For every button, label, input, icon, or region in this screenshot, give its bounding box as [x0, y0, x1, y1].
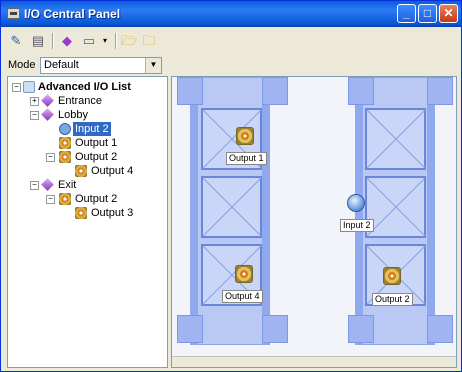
tree-item-label: Lobby — [58, 109, 88, 121]
list-icon — [23, 81, 35, 93]
output-icon — [59, 151, 71, 163]
tree-item-label: Exit — [58, 179, 77, 191]
toolbar: ✎ ▤ ◆ ▭ ▾ 🗁 🗀 — [1, 28, 461, 53]
elevator-car — [365, 176, 426, 238]
window-title: I/O Central Panel — [24, 7, 121, 21]
panel-icon[interactable]: ▤ — [29, 32, 47, 49]
corner-block — [427, 77, 453, 105]
tree-item-label: Output 2 — [75, 193, 118, 205]
output-icon[interactable] — [235, 265, 253, 283]
output-icon[interactable] — [236, 127, 254, 145]
diamond-icon[interactable]: ◆ — [58, 32, 76, 49]
corner-block — [177, 315, 203, 343]
tree-item-output-3[interactable]: Output 3 — [72, 206, 162, 220]
app-icon — [7, 8, 20, 19]
tree-item-label: Output 1 — [75, 137, 118, 149]
folder-icon[interactable]: 🗀 — [140, 32, 158, 49]
marker-label: Output 1 — [226, 152, 267, 165]
horizontal-scrollbar[interactable] — [172, 356, 456, 367]
output-icon — [59, 137, 71, 149]
collapse-toggle-icon[interactable]: − — [46, 153, 55, 162]
collapse-toggle-icon[interactable]: − — [30, 111, 39, 120]
zone-icon — [41, 178, 54, 191]
tree-item-lobby[interactable]: − Lobby — [30, 108, 150, 122]
elevator-car — [365, 108, 426, 170]
corner-block — [177, 77, 203, 105]
rail — [262, 77, 270, 345]
corner-block — [348, 77, 374, 105]
tree-item-exit-output-2[interactable]: − Output 2 — [46, 192, 156, 206]
zone-icon — [41, 94, 54, 107]
main-window: I/O Central Panel _ □ ✕ ✎ ▤ ◆ ▭ ▾ 🗁 🗀 Mo… — [0, 0, 462, 372]
tree-item-label: Output 4 — [91, 165, 134, 177]
elevator-car — [201, 176, 262, 238]
output-icon — [59, 193, 71, 205]
minimize-button[interactable]: _ — [397, 4, 416, 23]
mode-bar: Mode Default ▼ — [1, 54, 461, 76]
collapse-toggle-icon[interactable]: − — [30, 181, 39, 190]
chevron-down-icon[interactable]: ▼ — [145, 58, 161, 73]
rail — [190, 77, 198, 345]
io-tree[interactable]: − Advanced I/O List + Entrance − Lobby I… — [7, 76, 168, 368]
output-icon[interactable] — [383, 267, 401, 285]
zone-icon — [41, 108, 54, 121]
toolbar-separator — [115, 33, 117, 49]
map-area: Output 1 Output 4 Input 2 Output 2 — [172, 77, 456, 357]
toolbar-separator — [52, 33, 54, 49]
corner-block — [262, 77, 288, 105]
corner-block — [427, 315, 453, 343]
collapse-toggle-icon[interactable]: − — [46, 195, 55, 204]
dropdown-arrow-icon[interactable]: ▾ — [96, 32, 114, 49]
wand-icon[interactable]: ✎ — [7, 32, 25, 49]
corner-block — [262, 315, 288, 343]
mode-value: Default — [44, 59, 79, 71]
marker-label: Output 2 — [372, 293, 413, 306]
tree-item-input-2[interactable]: Input 2 — [56, 122, 156, 136]
mode-label: Mode — [8, 59, 36, 71]
floor-map[interactable]: Output 1 Output 4 Input 2 Output 2 — [171, 76, 457, 368]
tree-item-label: Output 2 — [75, 151, 118, 163]
tree-root-label: Advanced I/O List — [38, 81, 131, 93]
input-icon — [59, 123, 71, 135]
collapse-toggle-icon[interactable]: − — [12, 83, 21, 92]
rail — [427, 77, 435, 345]
folder-open-icon[interactable]: 🗁 — [120, 32, 138, 49]
tree-item-label: Entrance — [58, 95, 103, 107]
tree-item-output-2[interactable]: − Output 2 — [46, 150, 156, 164]
output-icon — [75, 165, 87, 177]
marker-label: Output 4 — [222, 290, 263, 303]
tree-item-label: Output 3 — [91, 207, 134, 219]
tree-item-exit[interactable]: − Exit — [30, 178, 150, 192]
maximize-button[interactable]: □ — [418, 4, 437, 23]
output-icon — [75, 207, 87, 219]
input-icon[interactable] — [347, 194, 365, 212]
expand-toggle-icon[interactable]: + — [30, 97, 39, 106]
title-bar[interactable]: I/O Central Panel _ □ ✕ — [1, 1, 461, 27]
corner-block — [348, 315, 374, 343]
mode-select[interactable]: Default ▼ — [40, 57, 162, 74]
tree-item-label: Input 2 — [73, 122, 111, 136]
tree-root[interactable]: − Advanced I/O List — [12, 80, 162, 94]
tree-item-output-1[interactable]: Output 1 — [56, 136, 156, 150]
tree-item-output-4[interactable]: Output 4 — [72, 164, 162, 178]
marker-label: Input 2 — [340, 219, 374, 232]
tree-item-entrance[interactable]: + Entrance — [30, 94, 150, 108]
close-button[interactable]: ✕ — [439, 4, 458, 23]
